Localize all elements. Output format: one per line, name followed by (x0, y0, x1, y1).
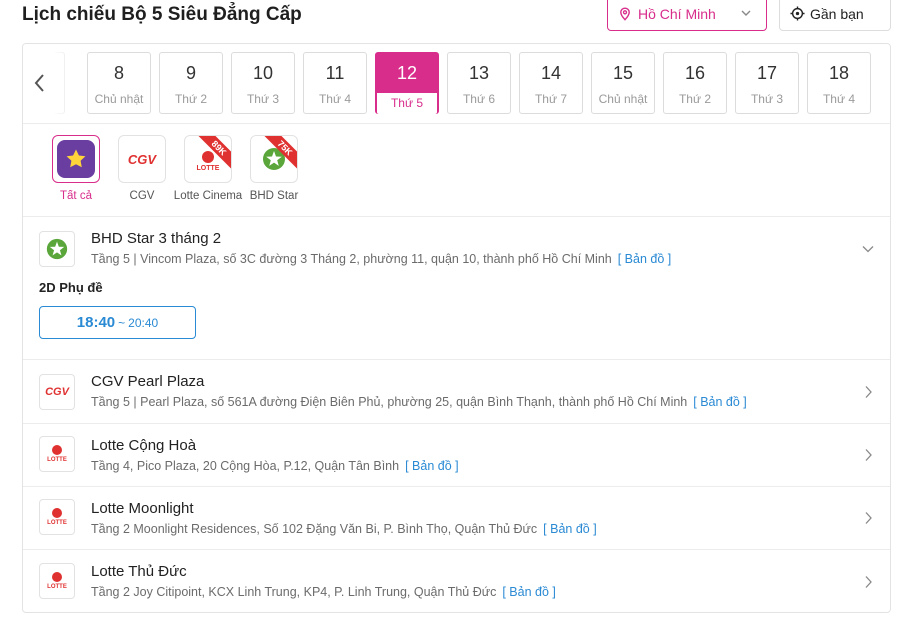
cinema-address: Tầng 2 Joy Citipoint, KCX Linh Trung, KP… (91, 585, 556, 599)
cinema-address: Tầng 4, Pico Plaza, 20 Cộng Hòa, P.12, Q… (91, 459, 459, 473)
cinema-address: Tầng 2 Moonlight Residences, Số 102 Đặng… (91, 522, 597, 536)
date-weekday: Chủ nhật (94, 92, 144, 106)
cinema-address: Tầng 5 | Pearl Plaza, số 561A đường Điện… (91, 395, 747, 409)
bhd-logo: 75K (250, 135, 298, 183)
date-weekday: Thứ 2 (174, 92, 208, 106)
map-link[interactable]: [ Bản đồ ] (405, 459, 459, 473)
date-day: 14 (540, 63, 562, 83)
cinema-name: Lotte Cộng Hoà (91, 437, 197, 454)
city-select[interactable]: Hồ Chí Minh (607, 0, 767, 31)
cgv-logo: CGV (39, 374, 75, 410)
chevron-right-icon (865, 512, 872, 524)
format-label: 2D Phụ đề (39, 280, 103, 295)
date-day: 12 (396, 63, 418, 83)
date-item-17[interactable]: 17 Thứ 3 (735, 52, 799, 114)
cinema-name: BHD Star 3 tháng 2 (91, 230, 222, 247)
date-item-9[interactable]: 9 Thứ 2 (159, 52, 223, 114)
cinema-item-cgv-pearl-plaza[interactable]: CGV CGV Pearl Plaza Tầng 5 | Pearl Plaza… (23, 360, 890, 424)
map-link[interactable]: [ Bản đồ ] (693, 395, 747, 409)
cgv-logo: CGV (118, 135, 166, 183)
date-item-10[interactable]: 10 Thứ 3 (231, 52, 295, 114)
date-weekday: Thứ 4 (822, 92, 856, 106)
chain-lotte[interactable]: LOTTE 89K Lotte Cinema (173, 135, 243, 202)
showtime-end: 20:40 (128, 315, 159, 330)
date-day: 16 (684, 63, 706, 83)
chevron-right-icon (865, 449, 872, 461)
cinema-address: Tầng 5 | Vincom Plaza, số 3C đường 3 Thá… (91, 252, 672, 266)
lotte-logo: LOTTE (39, 436, 75, 472)
date-weekday: Thứ 5 (377, 93, 437, 114)
date-day: 13 (468, 63, 490, 83)
date-item-13[interactable]: 13 Thứ 6 (447, 52, 511, 114)
chain-cgv[interactable]: CGV CGV (107, 135, 177, 202)
showtime-separator: ~ (118, 315, 126, 330)
date-item-11[interactable]: 11 Thứ 4 (303, 52, 367, 114)
chevron-down-icon (741, 10, 751, 16)
date-weekday: Thứ 6 (462, 92, 496, 106)
chevron-left-icon[interactable] (29, 70, 49, 96)
map-link[interactable]: [ Bản đồ ] (502, 585, 556, 599)
chevron-up-icon[interactable] (862, 242, 874, 256)
date-weekday: Thứ 4 (318, 92, 352, 106)
chain-label: Lotte Cinema (173, 190, 243, 202)
cinema-item-lotte-moonlight[interactable]: LOTTE Lotte Moonlight Tầng 2 Moonlight R… (23, 487, 890, 550)
cinema-name: Lotte Moonlight (91, 500, 194, 517)
date-day: 15 (612, 63, 634, 83)
cinema-item-lotte-cong-hoa[interactable]: LOTTE Lotte Cộng Hoà Tầng 4, Pico Plaza,… (23, 424, 890, 487)
chevron-right-icon (865, 576, 872, 588)
page-title: Lịch chiếu Bộ 5 Siêu Đẳng Cấp (22, 4, 302, 25)
chain-label: Tất cả (60, 190, 92, 202)
cinema-item-lotte-thu-duc[interactable]: LOTTE Lotte Thủ Đức Tầng 2 Joy Citipoint… (23, 550, 890, 612)
cinema-name: CGV Pearl Plaza (91, 373, 205, 390)
date-day: 8 (113, 63, 124, 83)
crosshair-icon (790, 6, 805, 21)
date-day: 10 (252, 63, 274, 83)
date-day: 17 (756, 63, 778, 83)
date-item-15[interactable]: 15 Chủ nhật (591, 52, 655, 114)
lotte-logo: LOTTE 89K (184, 135, 232, 183)
date-weekday: Thứ 7 (534, 92, 568, 106)
showtime-start: 18:40 (76, 314, 116, 331)
date-weekday: Thứ 3 (750, 92, 784, 106)
header: Lịch chiếu Bộ 5 Siêu Đẳng Cấp Hồ Chí Min… (0, 0, 915, 40)
date-day: 9 (185, 63, 196, 83)
date-item-18[interactable]: 18 Thứ 4 (807, 52, 871, 114)
date-item-14[interactable]: 14 Thứ 7 (519, 52, 583, 114)
date-strip: 7 8 Chủ nhật 9 Thứ 2 10 Thứ 3 11 Thứ 4 12 Thứ 5 13… (23, 44, 890, 124)
city-select-value: Hồ Chí Minh (638, 5, 716, 22)
showtimes-panel: 7 8 Chủ nhật 9 Thứ 2 10 Thứ 3 11 Thứ 4 12 Thứ 5 13… (22, 43, 891, 613)
near-me-label: Gần bạn (810, 5, 864, 22)
cinema-name: Lotte Thủ Đức (91, 563, 187, 580)
date-day: 18 (828, 63, 850, 83)
chain-label: BHD Star (249, 190, 299, 202)
date-weekday: Thứ 2 (678, 92, 712, 106)
date-item-8[interactable]: 8 Chủ nhật (87, 52, 151, 114)
date-item-12[interactable]: 12 Thứ 5 (375, 52, 439, 114)
date-weekday: Chủ nhật (598, 92, 648, 106)
showtime-button[interactable]: 18:40 ~ 20:40 (39, 306, 196, 339)
date-day: 11 (325, 63, 345, 83)
date-weekday: Thứ 3 (246, 92, 280, 106)
chevron-right-icon (865, 386, 872, 398)
star-icon (57, 140, 95, 178)
location-pin-icon (620, 6, 630, 21)
near-me-button[interactable]: Gần bạn (779, 0, 891, 31)
chain-all[interactable]: Tất cả (41, 135, 111, 202)
chain-label: CGV (129, 190, 155, 202)
map-link[interactable]: [ Bản đồ ] (618, 252, 672, 266)
chain-all-logo (52, 135, 100, 183)
date-item-16[interactable]: 16 Thứ 2 (663, 52, 727, 114)
chain-bhd[interactable]: 75K BHD Star (239, 135, 309, 202)
lotte-logo: LOTTE (39, 563, 75, 599)
map-link[interactable]: [ Bản đồ ] (543, 522, 597, 536)
bhd-logo (39, 231, 75, 267)
lotte-logo: LOTTE (39, 499, 75, 535)
cinema-chain-filter: Tất cả CGV CGV LOTTE 89K Lotte Cinema 75… (23, 125, 890, 217)
